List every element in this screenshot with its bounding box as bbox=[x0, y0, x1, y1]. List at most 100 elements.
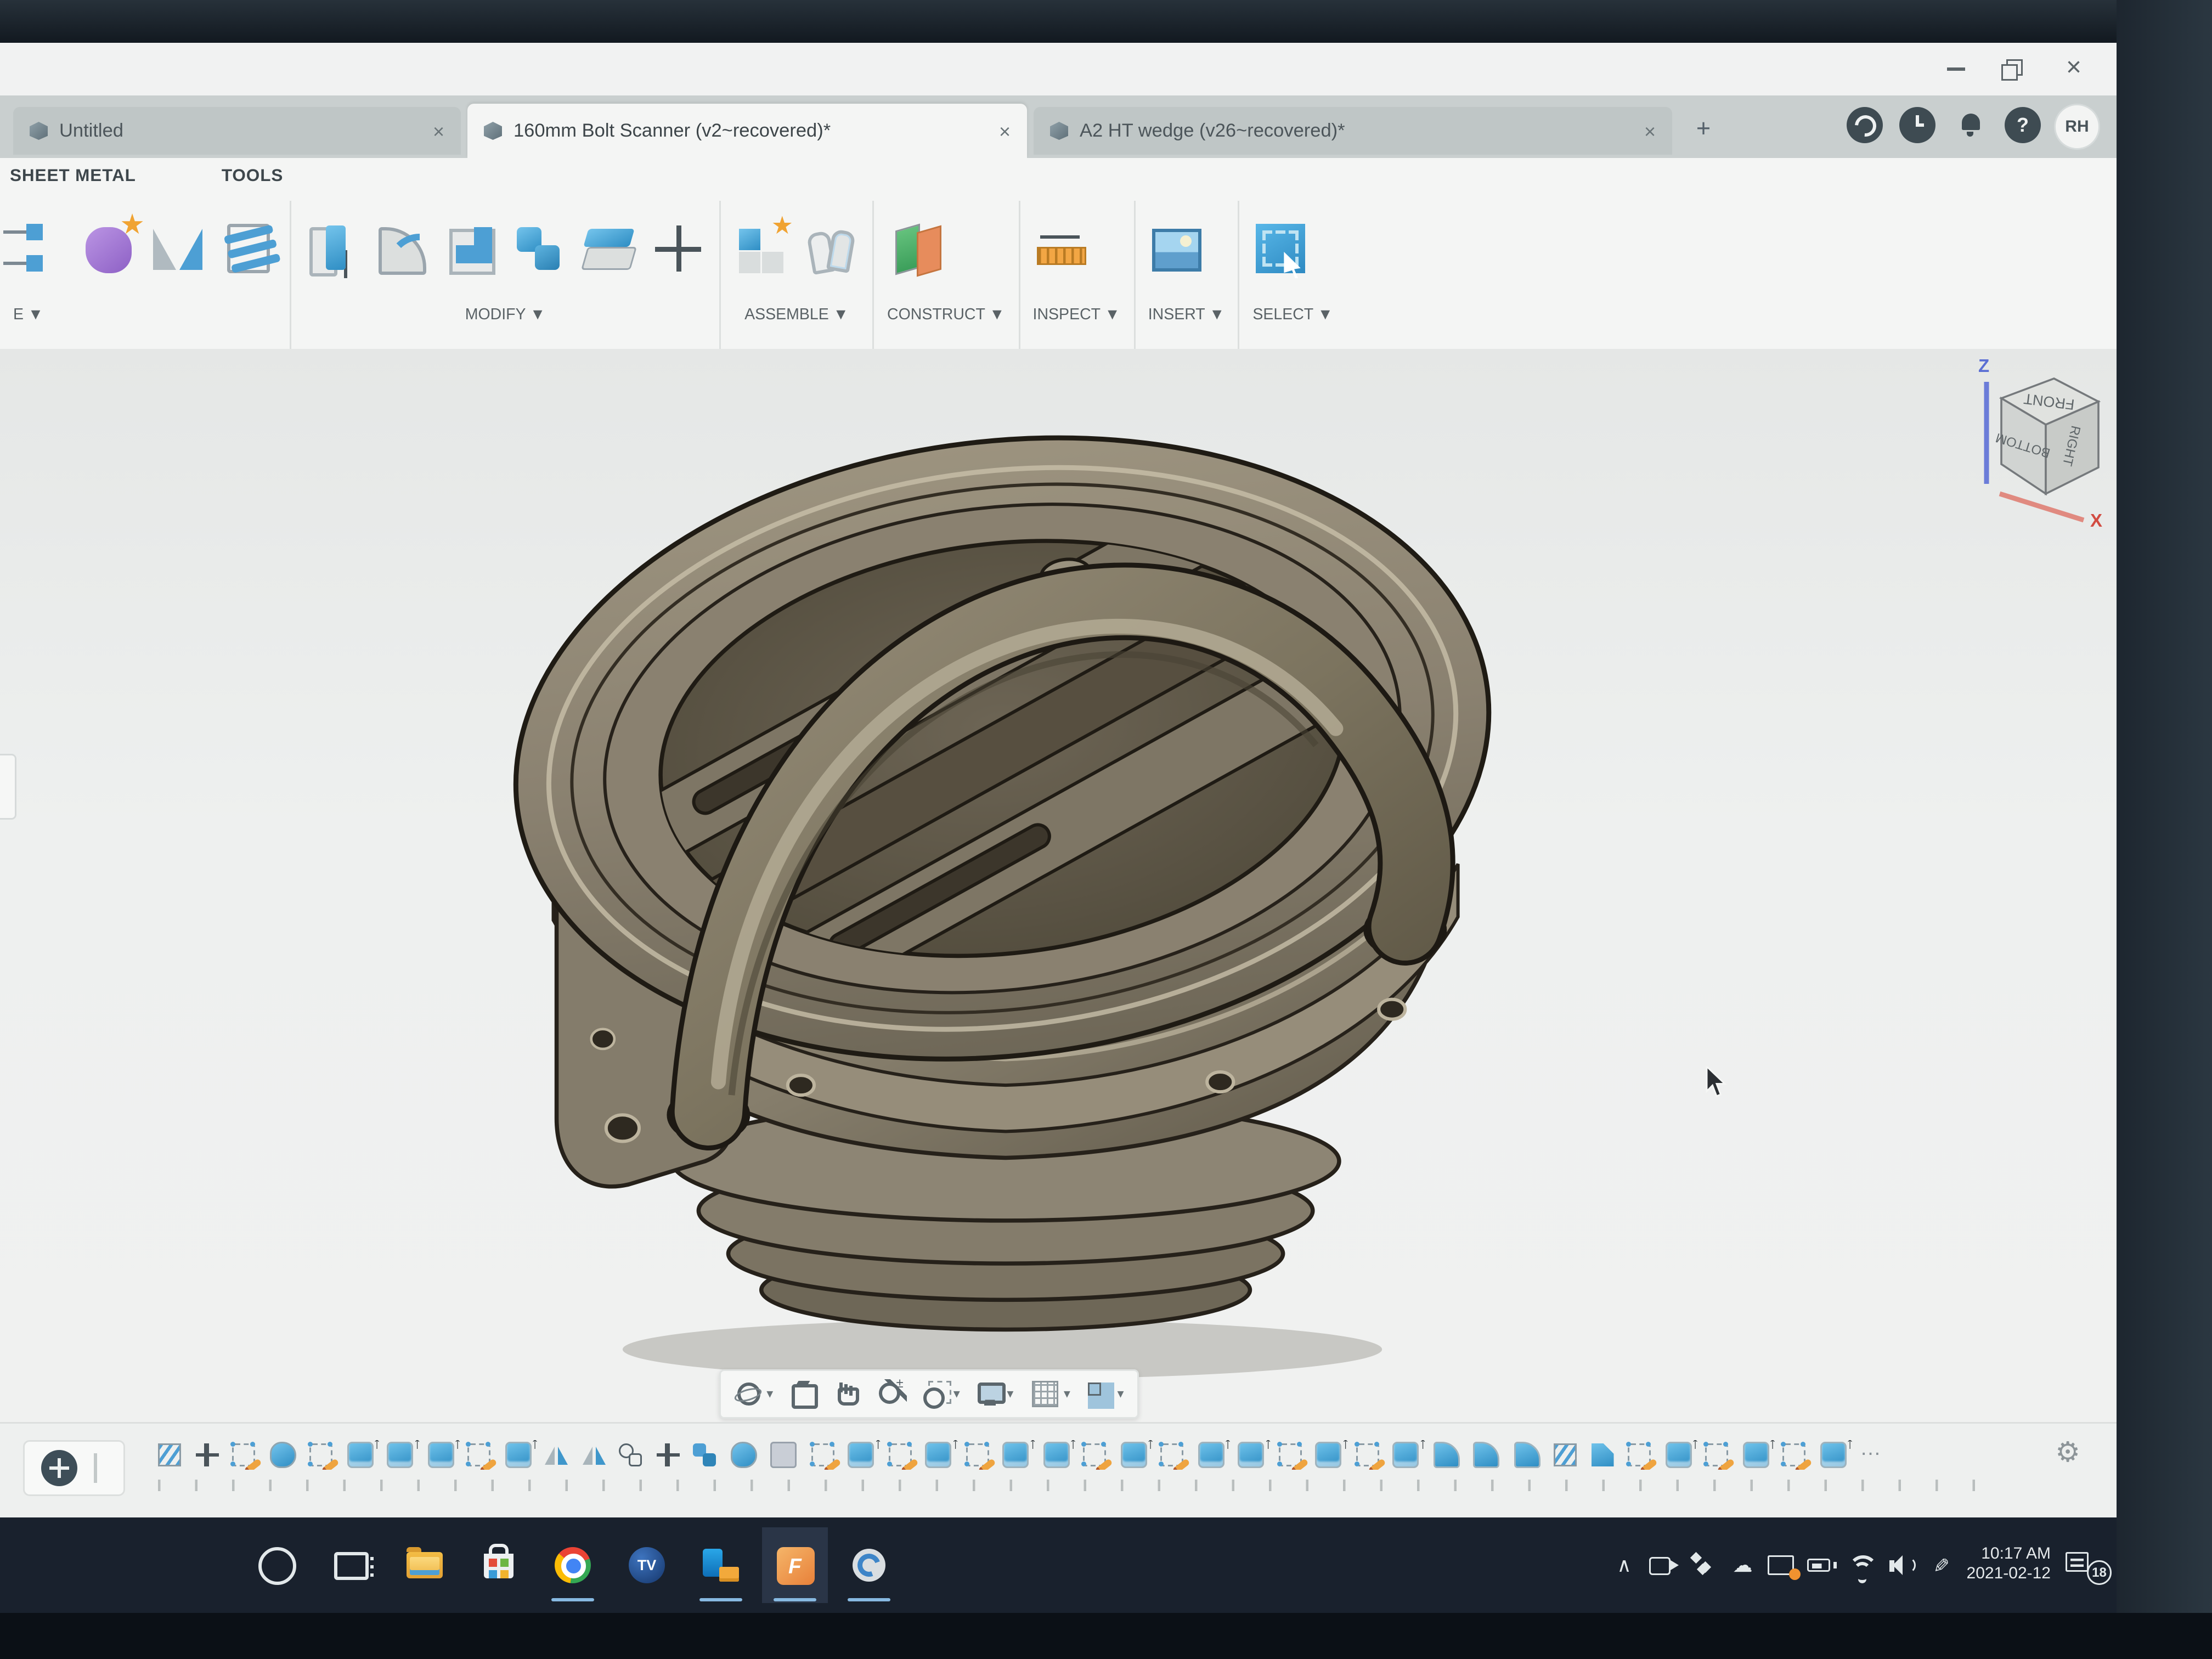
timeline-feature-fillet[interactable] bbox=[1514, 1442, 1540, 1468]
timeline-feature-extrude[interactable] bbox=[387, 1442, 413, 1468]
tray-onedrive-icon[interactable]: ☁ bbox=[1723, 1545, 1763, 1585]
timeline-feature-form[interactable] bbox=[269, 1442, 296, 1468]
tab-sheet-metal[interactable]: SHEET METAL bbox=[10, 166, 136, 186]
timeline-feature-mirror[interactable] bbox=[545, 1443, 568, 1466]
timeline-feature-extrude[interactable] bbox=[427, 1442, 454, 1468]
timeline-feature-sketch[interactable] bbox=[309, 1443, 332, 1466]
timeline-feature-web[interactable] bbox=[158, 1443, 181, 1466]
insert-icon[interactable] bbox=[1148, 221, 1204, 276]
taskbar-outlook-button[interactable] bbox=[688, 1527, 754, 1603]
inspect-icon[interactable] bbox=[1033, 221, 1089, 276]
taskbar-clock[interactable]: 10:17 AM 2021-02-12 bbox=[1967, 1545, 2051, 1586]
timeline-feature-sketch[interactable] bbox=[1782, 1443, 1805, 1466]
close-button[interactable] bbox=[2044, 49, 2103, 89]
view-cube[interactable]: Z X FRONT BOTTOM RIGHT bbox=[1952, 352, 2117, 527]
timeline-feature-extrude[interactable] bbox=[1002, 1442, 1029, 1468]
flange-icon[interactable] bbox=[13, 221, 69, 276]
timeline-feature-extrude[interactable] bbox=[1043, 1442, 1069, 1468]
fillet-icon[interactable] bbox=[374, 221, 430, 276]
browser-panel-edge[interactable] bbox=[0, 754, 16, 820]
timeline-feature-extrude[interactable] bbox=[925, 1442, 951, 1468]
minimize-button[interactable] bbox=[1926, 49, 1985, 89]
combine-icon[interactable] bbox=[512, 221, 568, 276]
timeline-feature-sketch[interactable] bbox=[1083, 1443, 1106, 1466]
zoom-window-button[interactable]: ▾ bbox=[921, 1379, 960, 1409]
tab-close-icon[interactable] bbox=[1644, 120, 1656, 143]
select-icon[interactable] bbox=[1252, 221, 1308, 276]
ribbon-group-label[interactable]: CONSTRUCT ▼ bbox=[887, 306, 1005, 324]
tab-untitled[interactable]: Untitled bbox=[13, 107, 461, 155]
taskbar-file-explorer-button[interactable] bbox=[392, 1527, 458, 1603]
tab-160mm-bolt-scanner[interactable]: 160mm Bolt Scanner (v2~recovered)* bbox=[467, 104, 1027, 158]
timeline-feature-cube[interactable] bbox=[770, 1442, 797, 1468]
tray-hidden-icons-icon[interactable]: ∧ bbox=[1605, 1545, 1644, 1585]
action-center-icon[interactable]: 18 bbox=[2061, 1545, 2110, 1585]
pan-button[interactable] bbox=[832, 1379, 862, 1409]
timeline-feature-fillet[interactable] bbox=[1433, 1442, 1459, 1468]
stack-icon[interactable] bbox=[221, 221, 276, 276]
split-icon[interactable] bbox=[581, 221, 637, 276]
taskbar-viewer-button[interactable] bbox=[836, 1527, 902, 1603]
triangle-icon[interactable] bbox=[151, 221, 207, 276]
timeline-feature-sketch[interactable] bbox=[811, 1443, 834, 1466]
help-icon[interactable]: ? bbox=[2005, 107, 2041, 143]
zoom-button[interactable] bbox=[877, 1379, 906, 1409]
move-icon[interactable] bbox=[650, 221, 706, 276]
timeline-feature-chamfer[interactable] bbox=[1591, 1443, 1614, 1466]
ribbon-group-label[interactable]: E ▼ bbox=[13, 306, 276, 324]
timeline-feature-extrude[interactable] bbox=[1315, 1442, 1341, 1468]
timeline-marker-handle[interactable] bbox=[94, 1453, 97, 1483]
tab-close-icon[interactable] bbox=[999, 120, 1011, 143]
tray-dropbox-icon[interactable] bbox=[1684, 1545, 1723, 1585]
timeline-feature-sketch[interactable] bbox=[888, 1443, 911, 1466]
viewports-button[interactable]: ▾ bbox=[1085, 1379, 1124, 1409]
timeline-feature-extrude[interactable] bbox=[1742, 1442, 1769, 1468]
timeline-feature-ellipsis[interactable]: … bbox=[1860, 1443, 1881, 1466]
timeline-feature-extrude[interactable] bbox=[848, 1442, 874, 1468]
timeline-feature-sketch[interactable] bbox=[1628, 1443, 1651, 1466]
orbit-button[interactable]: ▾ bbox=[734, 1379, 773, 1409]
timeline-feature-extrude[interactable] bbox=[1665, 1442, 1691, 1468]
timeline-feature-extrude[interactable] bbox=[1198, 1442, 1224, 1468]
timeline-feature-extrude[interactable] bbox=[1820, 1442, 1846, 1468]
timeline-position-marker[interactable] bbox=[41, 1450, 77, 1486]
taskbar-task-view-button[interactable] bbox=[318, 1527, 383, 1603]
timeline-feature-sketch[interactable] bbox=[1705, 1443, 1728, 1466]
restore-button[interactable] bbox=[1985, 49, 2044, 89]
pressL-icon[interactable] bbox=[443, 221, 499, 276]
newcomp-icon[interactable] bbox=[734, 221, 790, 276]
tray-camera-icon[interactable] bbox=[1644, 1545, 1684, 1585]
timeline-feature-sketch[interactable] bbox=[1278, 1443, 1301, 1466]
taskbar-fusion-button[interactable]: F bbox=[762, 1527, 828, 1603]
tray-wifi-icon[interactable] bbox=[1842, 1545, 1881, 1585]
model-160mm-bolt-scanner[interactable] bbox=[458, 372, 1531, 1396]
construct-icon[interactable] bbox=[887, 221, 943, 276]
timeline-feature-form[interactable] bbox=[730, 1442, 757, 1468]
tray-volume-icon[interactable] bbox=[1881, 1545, 1921, 1585]
new-tab-button[interactable]: + bbox=[1685, 112, 1722, 148]
job-status-icon[interactable] bbox=[1847, 107, 1883, 143]
timeline-feature-sketch[interactable] bbox=[966, 1443, 989, 1466]
timeline-feature-derive[interactable] bbox=[619, 1443, 642, 1466]
door-icon[interactable] bbox=[304, 221, 360, 276]
taskbar-chrome-button[interactable] bbox=[540, 1527, 606, 1603]
grid-button[interactable]: ▾ bbox=[1028, 1378, 1070, 1410]
history-icon[interactable] bbox=[1899, 107, 1936, 143]
ribbon-group-label[interactable]: MODIFY ▼ bbox=[304, 306, 706, 324]
tray-battery-icon[interactable] bbox=[1802, 1545, 1842, 1585]
timeline-feature-extrude[interactable] bbox=[1120, 1442, 1147, 1468]
timeline-feature-extrude[interactable] bbox=[1238, 1442, 1264, 1468]
ribbon-group-label[interactable]: INSPECT ▼ bbox=[1033, 306, 1120, 324]
model-canvas[interactable]: Z X FRONT BOTTOM RIGHT bbox=[0, 349, 2117, 1422]
taskbar-tv-button[interactable]: TV bbox=[614, 1527, 680, 1603]
timeline-feature-extrude[interactable] bbox=[505, 1442, 531, 1468]
tab-tools[interactable]: TOOLS bbox=[222, 166, 283, 186]
tray-pen-icon[interactable]: ✎ bbox=[1921, 1545, 1960, 1585]
look-at-button[interactable] bbox=[788, 1379, 817, 1409]
ribbon-group-label[interactable]: SELECT ▼ bbox=[1252, 306, 1333, 324]
timeline-feature-move[interactable] bbox=[656, 1443, 679, 1466]
avatar[interactable]: RH bbox=[2054, 104, 2100, 150]
display-settings-button[interactable]: ▾ bbox=[974, 1379, 1013, 1409]
timeline-feature-sketch[interactable] bbox=[1160, 1443, 1183, 1466]
timeline-feature-extrude[interactable] bbox=[1392, 1442, 1419, 1468]
